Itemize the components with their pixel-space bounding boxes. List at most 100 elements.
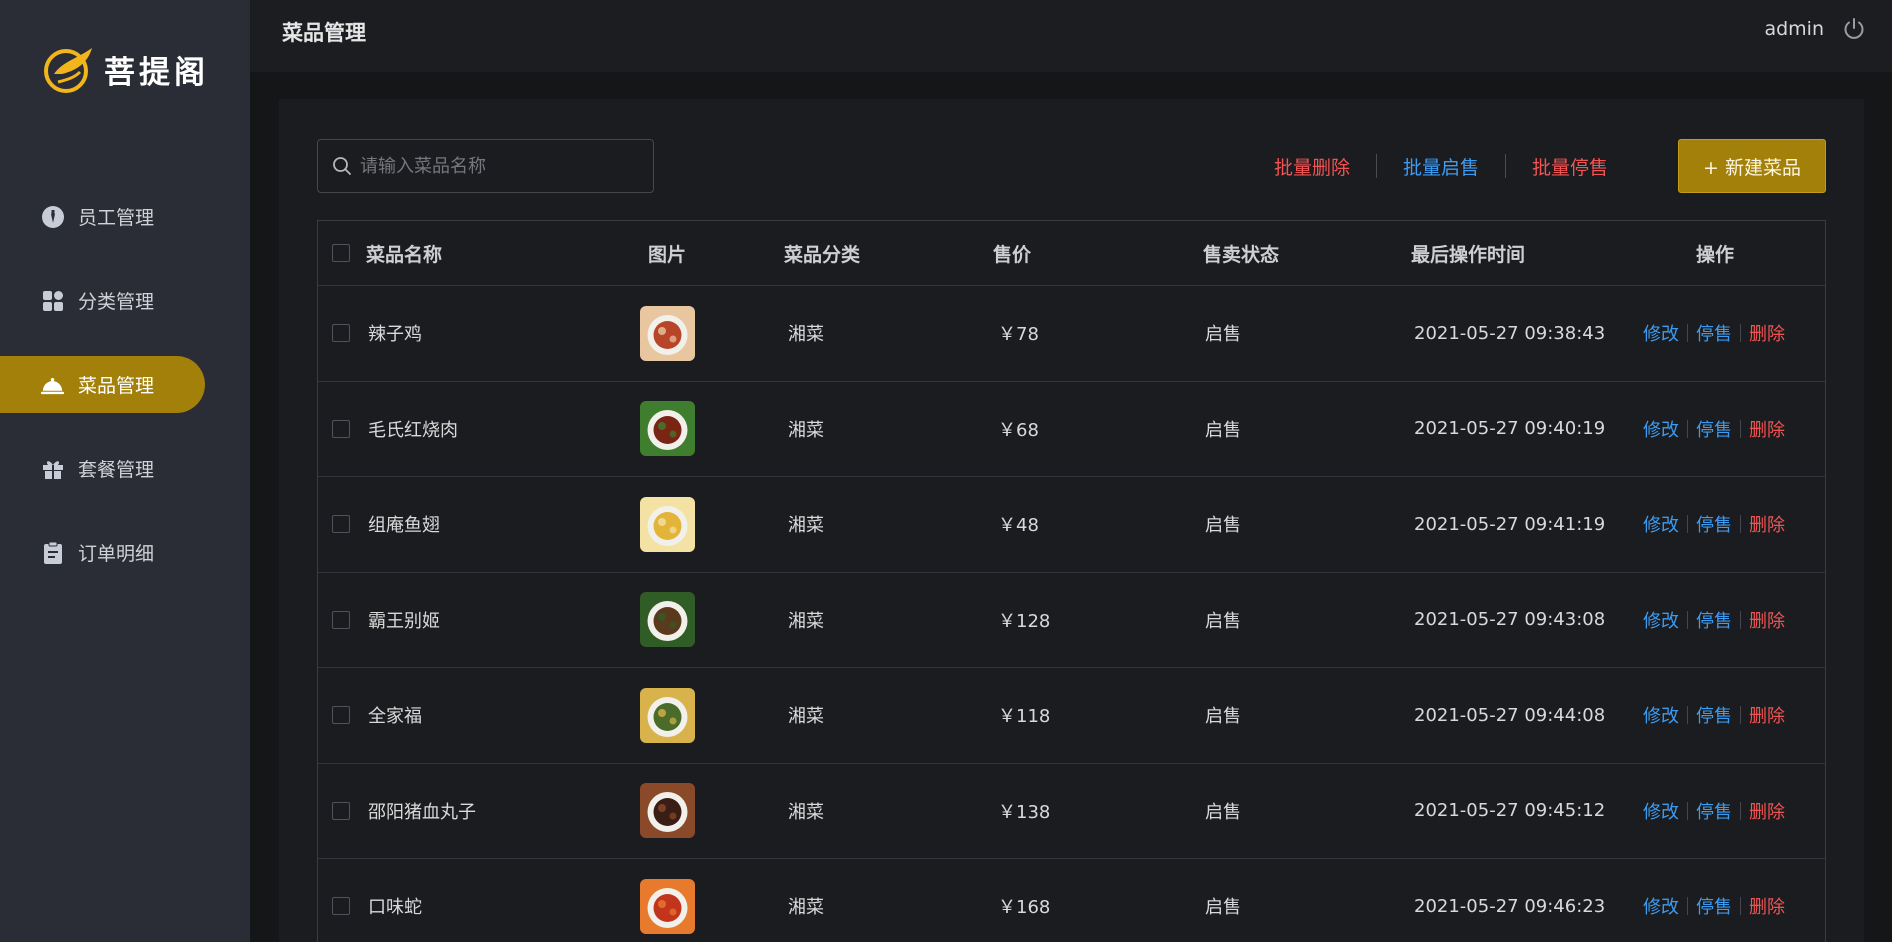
dish-image-cell (640, 573, 695, 668)
select-all-checkbox[interactable] (332, 244, 350, 262)
row-checkbox[interactable] (332, 324, 350, 343)
sidebar: 菩提阁 员工管理 分类管理 菜品管理 套餐管理 订单明细 (0, 0, 250, 942)
dish-table: 菜品名称 图片 菜品分类 售价 售卖状态 最后操作时间 操作 辣子鸡 湘菜 ￥78 启… (317, 220, 1826, 942)
row-select-cell (332, 573, 354, 668)
dish-image[interactable] (640, 783, 695, 839)
batch-disable-button[interactable]: 批量停售 (1506, 153, 1634, 180)
edit-button[interactable]: 修改 (1643, 893, 1687, 919)
dish-image-cell (640, 764, 695, 859)
sidebar-item-label: 分类管理 (78, 291, 155, 313)
sidebar-item-label: 菜品管理 (78, 375, 155, 397)
dish-updated-time: 2021-05-27 09:44:08 (1414, 704, 1606, 726)
edit-button[interactable]: 修改 (1643, 607, 1687, 633)
row-select-cell (332, 286, 354, 381)
row-actions: 修改 停售 删除 (1643, 477, 1793, 572)
batch-enable-button[interactable]: 批量启售 (1377, 153, 1505, 180)
dish-image[interactable] (640, 592, 695, 648)
dish-image[interactable] (640, 878, 695, 934)
dish-price: ￥168 (998, 897, 1051, 919)
delete-button[interactable]: 删除 (1741, 511, 1793, 537)
search-input[interactable] (360, 155, 640, 177)
disable-button[interactable]: 停售 (1688, 798, 1740, 824)
delete-button[interactable]: 删除 (1741, 893, 1793, 919)
table-row: 口味蛇 湘菜 ￥168 启售 2021-05-27 09:46:23 修改 停售 删除 (318, 859, 1825, 942)
row-actions: 修改 停售 删除 (1643, 859, 1793, 942)
edit-button[interactable]: 修改 (1643, 320, 1687, 346)
logo: 菩提阁 (44, 44, 209, 94)
edit-button[interactable]: 修改 (1643, 511, 1687, 537)
row-checkbox[interactable] (332, 706, 350, 725)
dish-name: 辣子鸡 (368, 324, 422, 346)
dish-image[interactable] (640, 687, 695, 743)
table-row: 霸王别姬 湘菜 ￥128 启售 2021-05-27 09:43:08 修改 停售 删除 (318, 573, 1825, 668)
column-header-price: 售价 (993, 243, 1032, 266)
delete-button[interactable]: 删除 (1741, 607, 1793, 633)
gift-icon (40, 456, 65, 481)
dish-image[interactable] (640, 401, 695, 457)
dish-status: 启售 (1205, 801, 1241, 823)
row-actions: 修改 停售 删除 (1643, 382, 1793, 477)
dish-name: 邵阳猪血丸子 (368, 801, 476, 823)
disable-button[interactable]: 停售 (1688, 607, 1740, 633)
sidebar-item-orders[interactable]: 订单明细 (0, 524, 250, 581)
logo-icon (44, 48, 92, 93)
row-actions-group: 修改 停售 删除 (1643, 702, 1793, 728)
dish-price: ￥78 (998, 324, 1039, 346)
dish-status: 启售 (1205, 610, 1241, 632)
row-checkbox[interactable] (332, 897, 350, 916)
edit-button[interactable]: 修改 (1643, 416, 1687, 442)
dish-image-cell (640, 286, 695, 381)
table-row: 全家福 湘菜 ￥118 启售 2021-05-27 09:44:08 修改 停售 删除 (318, 668, 1825, 764)
brand-name: 菩提阁 (104, 54, 209, 91)
sidebar-item-label: 套餐管理 (78, 459, 155, 481)
dish-category: 湘菜 (788, 324, 824, 346)
delete-button[interactable]: 删除 (1741, 416, 1793, 442)
sidebar-item-employees[interactable]: 员工管理 (0, 188, 250, 245)
sidebar-item-categories[interactable]: 分类管理 (0, 272, 250, 329)
disable-button[interactable]: 停售 (1688, 320, 1740, 346)
table-row: 组庵鱼翅 湘菜 ￥48 启售 2021-05-27 09:41:19 修改 停售 删除 (318, 477, 1825, 573)
new-dish-button[interactable]: + 新建菜品 (1678, 139, 1826, 193)
dish-category: 湘菜 (788, 897, 824, 919)
dish-price: ￥118 (998, 706, 1051, 728)
dish-status: 启售 (1205, 897, 1241, 919)
row-checkbox[interactable] (332, 610, 350, 629)
search-box[interactable] (317, 139, 654, 193)
edit-button[interactable]: 修改 (1643, 798, 1687, 824)
user-area: admin (1764, 17, 1866, 41)
row-checkbox[interactable] (332, 419, 350, 438)
dish-image[interactable] (640, 496, 695, 552)
dish-name: 全家福 (368, 706, 422, 728)
disable-button[interactable]: 停售 (1688, 893, 1740, 919)
dish-category: 湘菜 (788, 610, 824, 632)
sidebar-item-label: 订单明细 (78, 543, 155, 565)
username[interactable]: admin (1764, 18, 1824, 40)
table-row: 毛氏红烧肉 湘菜 ￥68 启售 2021-05-27 09:40:19 修改 停售 删除 (318, 382, 1825, 477)
table-body: 辣子鸡 湘菜 ￥78 启售 2021-05-27 09:38:43 修改 停售 删除 毛氏红烧肉… (318, 286, 1825, 942)
dish-updated-time: 2021-05-27 09:41:19 (1414, 513, 1606, 535)
sidebar-item-dishes[interactable]: 菜品管理 (0, 356, 205, 413)
dish-category: 湘菜 (788, 419, 824, 441)
disable-button[interactable]: 停售 (1688, 511, 1740, 537)
logout-power-icon[interactable] (1842, 17, 1866, 41)
disable-button[interactable]: 停售 (1688, 702, 1740, 728)
delete-button[interactable]: 删除 (1741, 320, 1793, 346)
row-select-cell (332, 668, 354, 763)
disable-button[interactable]: 停售 (1688, 416, 1740, 442)
row-checkbox[interactable] (332, 515, 350, 534)
dish-cloche-icon (40, 372, 65, 397)
row-actions-group: 修改 停售 删除 (1643, 893, 1793, 919)
dish-image[interactable] (640, 305, 695, 361)
batch-delete-button[interactable]: 批量删除 (1248, 153, 1376, 180)
edit-button[interactable]: 修改 (1643, 702, 1687, 728)
dish-price: ￥128 (998, 610, 1051, 632)
table-row: 辣子鸡 湘菜 ￥78 启售 2021-05-27 09:38:43 修改 停售 删除 (318, 286, 1825, 382)
row-actions: 修改 停售 删除 (1643, 668, 1793, 763)
delete-button[interactable]: 删除 (1741, 798, 1793, 824)
select-all-cell (332, 221, 354, 285)
sidebar-item-combos[interactable]: 套餐管理 (0, 440, 250, 497)
app-root: 菩提阁 员工管理 分类管理 菜品管理 套餐管理 订单明细 菜品管理 admin … (0, 0, 1892, 942)
dish-image-cell (640, 668, 695, 763)
delete-button[interactable]: 删除 (1741, 702, 1793, 728)
row-checkbox[interactable] (332, 801, 350, 820)
